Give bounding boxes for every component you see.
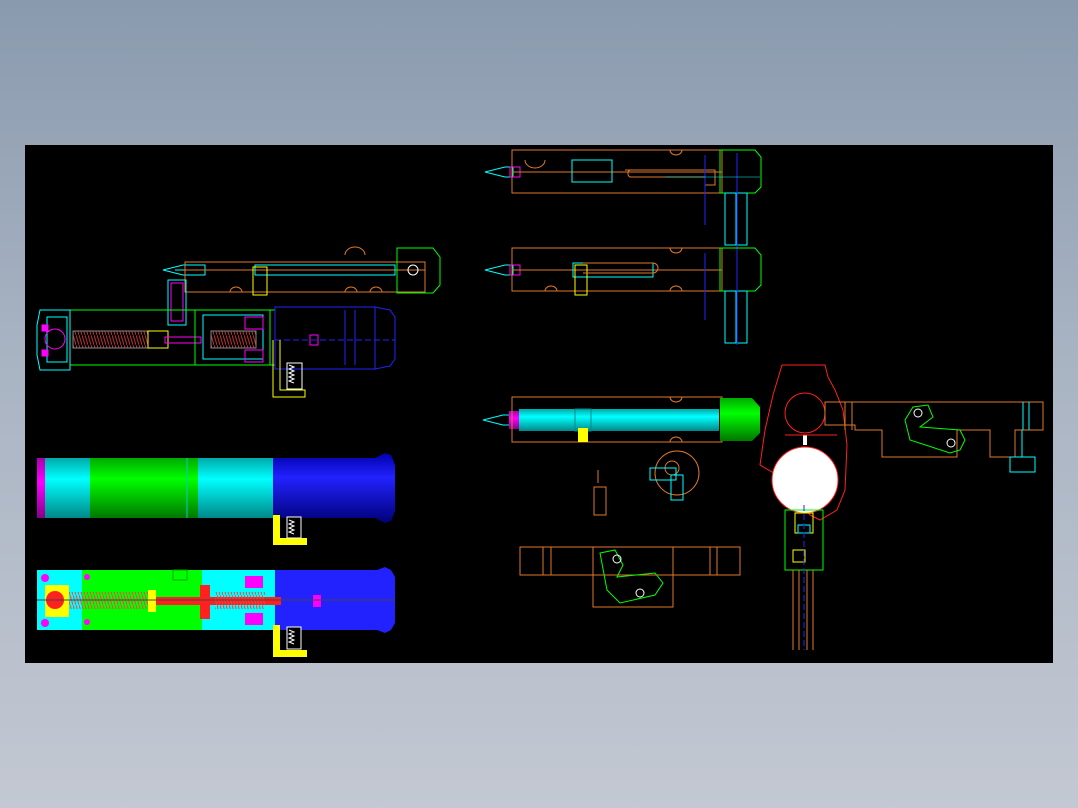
red-lever-arm [759, 364, 1044, 650]
small-clip-parts [593, 450, 700, 516]
lower-bracket-linkage [519, 546, 741, 608]
shaded-piston-body [37, 453, 395, 545]
upper-arm-assembly-1 [484, 149, 762, 255]
colored-section-view [37, 567, 395, 657]
top-piston-outline [36, 246, 441, 398]
cad-drawing-viewport[interactable] [25, 145, 1053, 663]
upper-arm-assembly-2 [484, 247, 762, 345]
shaded-rod-assembly [482, 396, 760, 443]
cad-drawing [36, 149, 1044, 657]
